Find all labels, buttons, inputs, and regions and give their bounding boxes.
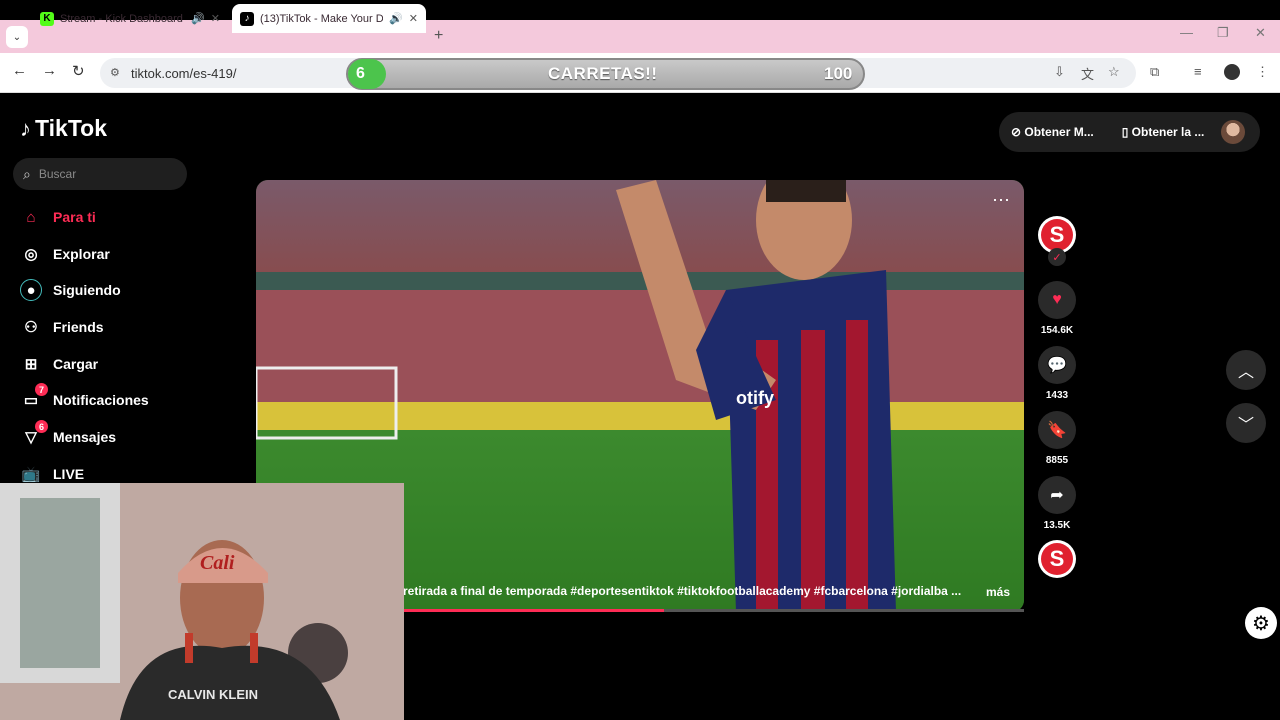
user-avatar[interactable] (1221, 120, 1245, 144)
tab-tiktok[interactable]: ♪ (13)TikTok - Make Your Day 🔊 ✕ (232, 4, 426, 33)
chevron-down-icon: ﹀ (1237, 417, 1254, 434)
like-count: 154.6K (1040, 325, 1074, 336)
nav-label: Cargar (53, 356, 99, 372)
new-tab-icon[interactable]: + (434, 27, 443, 45)
heart-icon: ♥ (1038, 281, 1076, 319)
tab-title: Stream - Kick Dashboard (60, 12, 183, 25)
kick-favicon-icon: K (40, 11, 54, 26)
s-logo-icon: S (1041, 219, 1073, 251)
get-app-label: Obtener M... (1024, 125, 1094, 139)
video-caption[interactable]: retirada a final de temporada #deportese… (403, 584, 963, 598)
like-button[interactable]: ♥ 154.6K (1038, 281, 1076, 336)
s-logo-icon: S (1041, 543, 1073, 575)
site-info-icon[interactable]: ⚙ (110, 66, 120, 79)
upload-icon: ⊞ (24, 356, 38, 373)
webcam-overlay: Cali CALVIN KLEIN (0, 483, 404, 720)
close-tab-icon[interactable]: ✕ (409, 12, 418, 25)
tab-title: (13)TikTok - Make Your Day (260, 12, 384, 25)
save-button[interactable]: 🔖 8855 (1038, 411, 1076, 466)
comment-icon: 💬 (1038, 346, 1076, 384)
tab-kick-dashboard[interactable]: K Stream - Kick Dashboard 🔊 ✕ (32, 4, 228, 33)
friends-icon: ⚇ (24, 319, 38, 336)
get-desktop-button[interactable]: ▯ Obtener la ... (1122, 125, 1219, 139)
sound-disc[interactable]: S (1038, 540, 1076, 578)
close-window-icon[interactable]: ✕ (1255, 25, 1266, 41)
logo-text: TikTok (35, 115, 107, 141)
following-icon: ● (20, 279, 42, 301)
nav-explorar[interactable]: ◎ Explorar (20, 242, 110, 266)
svg-text:CALVIN KLEIN: CALVIN KLEIN (168, 687, 258, 702)
nav-label: Explorar (53, 246, 110, 262)
menu-dots-icon[interactable]: ⋮ (1256, 64, 1269, 80)
get-desktop-label: Obtener la ... (1131, 125, 1205, 139)
share-count: 13.5K (1043, 520, 1071, 531)
inbox-icon: ▭ 7 (20, 383, 48, 411)
send-icon: ▽ 6 (20, 420, 48, 448)
nav-para-ti[interactable]: ⌂ Para ti (20, 205, 96, 229)
nav-label: Siguiendo (53, 282, 121, 298)
nav-mensajes[interactable]: ▽ 6 Mensajes (20, 420, 117, 449)
more-options-icon[interactable]: ⋯ (992, 190, 1010, 211)
nav-label: Mensajes (53, 429, 117, 445)
video-progress-fill (403, 609, 664, 612)
get-app-button[interactable]: ⊘ Obtener M... (1011, 125, 1108, 139)
chevron-up-icon: ︿ (1237, 364, 1254, 381)
compass-icon: ◎ (24, 246, 38, 263)
share-icon: ➦ (1038, 476, 1076, 514)
more-caption-link[interactable]: más (986, 585, 1010, 599)
search-icon: ⌕ (23, 165, 31, 182)
live-icon: 📺 (21, 466, 41, 483)
tiktok-note-icon: ♪ (20, 115, 31, 141)
tab-search-chevron-icon[interactable]: ⌄ (6, 26, 28, 48)
speaker-icon[interactable]: 🔊 (389, 12, 403, 25)
translate-icon[interactable]: 文 (1081, 64, 1094, 83)
nav-label: LIVE (53, 466, 85, 482)
nav-cargar[interactable]: ⊞ Cargar (20, 352, 98, 376)
search-input[interactable]: ⌕ Buscar (13, 158, 187, 190)
overlay-title: CARRETAS!! (548, 64, 658, 83)
overlay-number: 6 (348, 59, 386, 89)
video-progress-bar[interactable] (403, 609, 1024, 612)
settings-float-icon[interactable]: ⚙ (1245, 607, 1277, 639)
minimize-icon[interactable]: — (1180, 25, 1193, 40)
bookmark-icon: 🔖 (1038, 411, 1076, 449)
reload-icon[interactable]: ↻ (72, 62, 85, 80)
notification-badge: 7 (35, 383, 48, 396)
share-button[interactable]: ➦ 13.5K (1038, 476, 1076, 531)
save-count: 8855 (1045, 455, 1069, 466)
nav-label: Para ti (53, 209, 96, 225)
svg-text:Cali: Cali (200, 552, 235, 574)
comment-count: 1433 (1045, 390, 1069, 401)
messages-badge: 6 (35, 420, 48, 433)
nav-label: Notificaciones (53, 392, 149, 408)
close-tab-icon[interactable]: ✕ (211, 12, 220, 25)
nav-label: Friends (53, 319, 104, 335)
speaker-icon[interactable]: 🔊 (191, 12, 205, 25)
nav-friends[interactable]: ⚇ Friends (20, 315, 104, 339)
nav-siguiendo[interactable]: ● Siguiendo (20, 278, 121, 302)
tiktok-favicon-icon: ♪ (240, 11, 254, 26)
search-placeholder: Buscar (38, 167, 77, 181)
nav-notificaciones[interactable]: ▭ 7 Notificaciones (20, 383, 149, 412)
follow-check-icon[interactable]: ✓ (1048, 248, 1066, 266)
previous-video-button[interactable]: ︿ (1226, 350, 1266, 390)
url-text[interactable]: tiktok.com/es-419/ (131, 66, 237, 81)
extensions-icon[interactable]: ⧉ (1150, 64, 1159, 80)
bookmark-star-icon[interactable]: ☆ (1108, 64, 1120, 80)
comment-button[interactable]: 💬 1433 (1038, 346, 1076, 401)
svg-text:otify: otify (736, 388, 774, 408)
sound-logo: S (1038, 540, 1076, 578)
home-icon: ⌂ (26, 208, 36, 226)
next-video-button[interactable]: ﹀ (1226, 403, 1266, 443)
media-control-icon[interactable]: ≡ (1194, 64, 1202, 79)
install-app-icon[interactable]: ⇩ (1054, 64, 1065, 80)
forward-icon[interactable]: → (42, 62, 57, 79)
webcam-frame: Cali CALVIN KLEIN (0, 483, 404, 720)
restore-icon[interactable]: ❐ (1217, 25, 1229, 41)
overlay-count: 100 (824, 64, 853, 83)
profile-avatar[interactable] (1224, 64, 1240, 80)
back-icon[interactable]: ← (12, 62, 27, 79)
tiktok-logo[interactable]: ♪ TikTok (20, 115, 107, 142)
